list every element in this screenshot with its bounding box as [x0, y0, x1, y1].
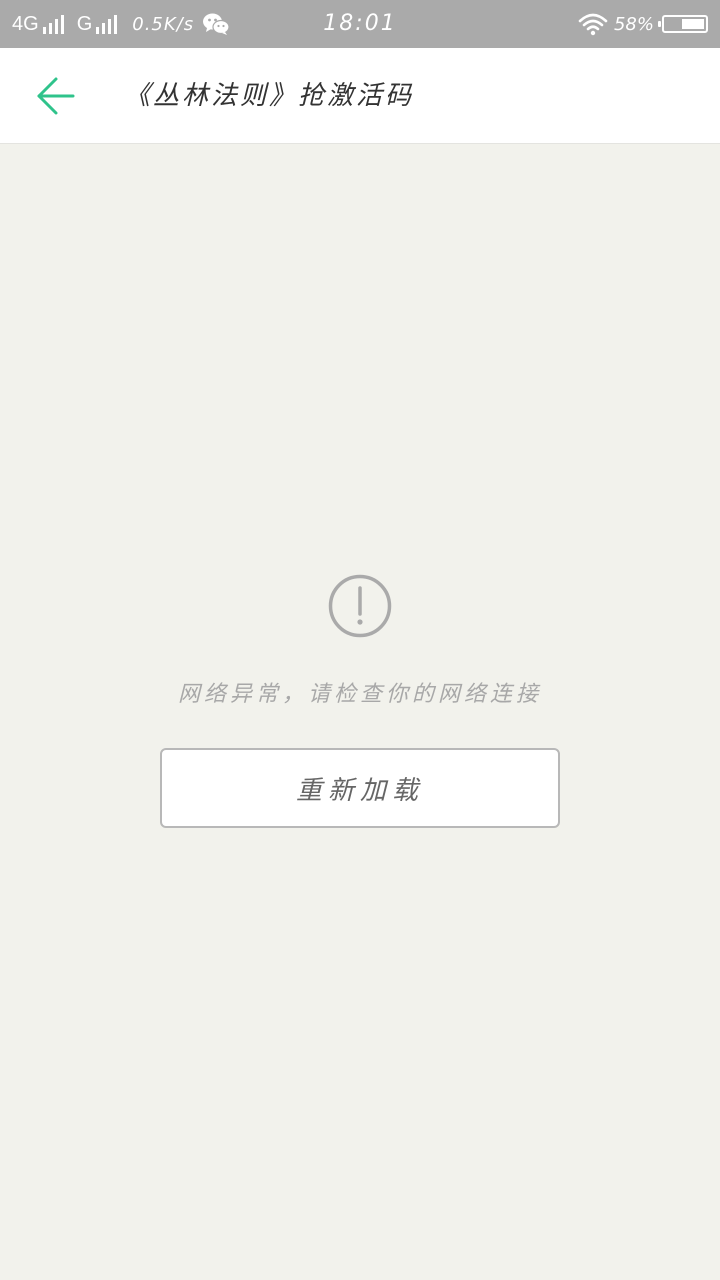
status-bar-right: 58% [578, 0, 708, 48]
app-header: 《丛林法则》抢激活码 [0, 48, 720, 144]
battery-icon [658, 15, 708, 33]
page-title: 《丛林法则》抢激活码 [124, 81, 415, 111]
error-message: 网络异常，请检查你的网络连接 [177, 682, 542, 707]
wifi-icon [578, 12, 608, 36]
back-button[interactable] [28, 72, 84, 120]
battery-percent: 58% [613, 13, 654, 35]
exclamation-circle-icon [328, 574, 392, 638]
battery-fill [682, 19, 704, 29]
reload-button[interactable]: 重新加载 [160, 748, 560, 828]
back-arrow-icon [37, 77, 75, 115]
status-bar: 4G G 0.5K/s 18:01 58% [0, 0, 720, 48]
